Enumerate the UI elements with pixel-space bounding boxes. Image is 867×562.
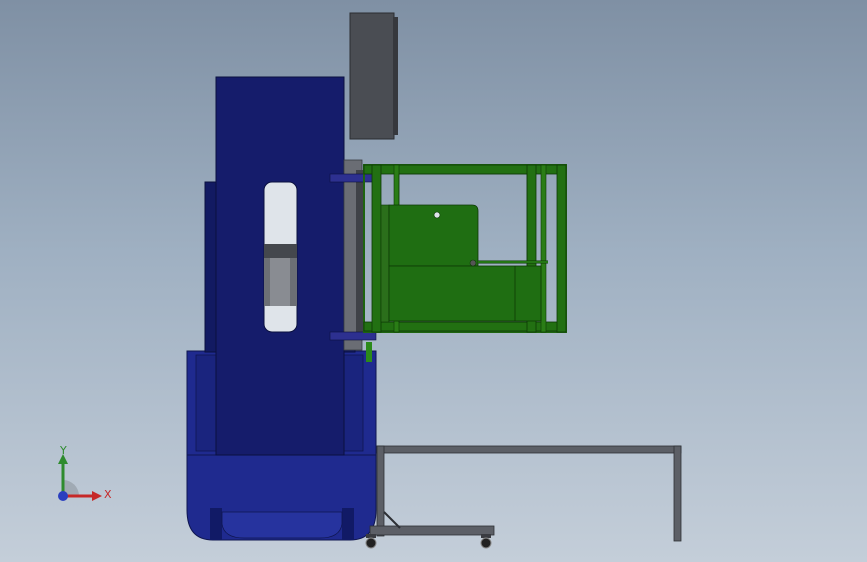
machine-column[interactable]	[215, 76, 345, 456]
control-panel-box[interactable]	[349, 12, 398, 140]
cad-3d-viewport[interactable]	[0, 0, 867, 562]
caster-wheel-right	[480, 534, 492, 549]
x-axis-arrowhead	[92, 491, 102, 501]
green-frame-module[interactable]	[363, 164, 567, 333]
caster-wheel-left	[365, 534, 377, 549]
y-axis-label: Y	[59, 444, 67, 457]
steel-cart-frame[interactable]	[369, 445, 682, 542]
x-axis-label: X	[104, 488, 112, 501]
coordinate-triad: Y X	[58, 444, 112, 501]
z-axis-dot	[58, 491, 68, 501]
